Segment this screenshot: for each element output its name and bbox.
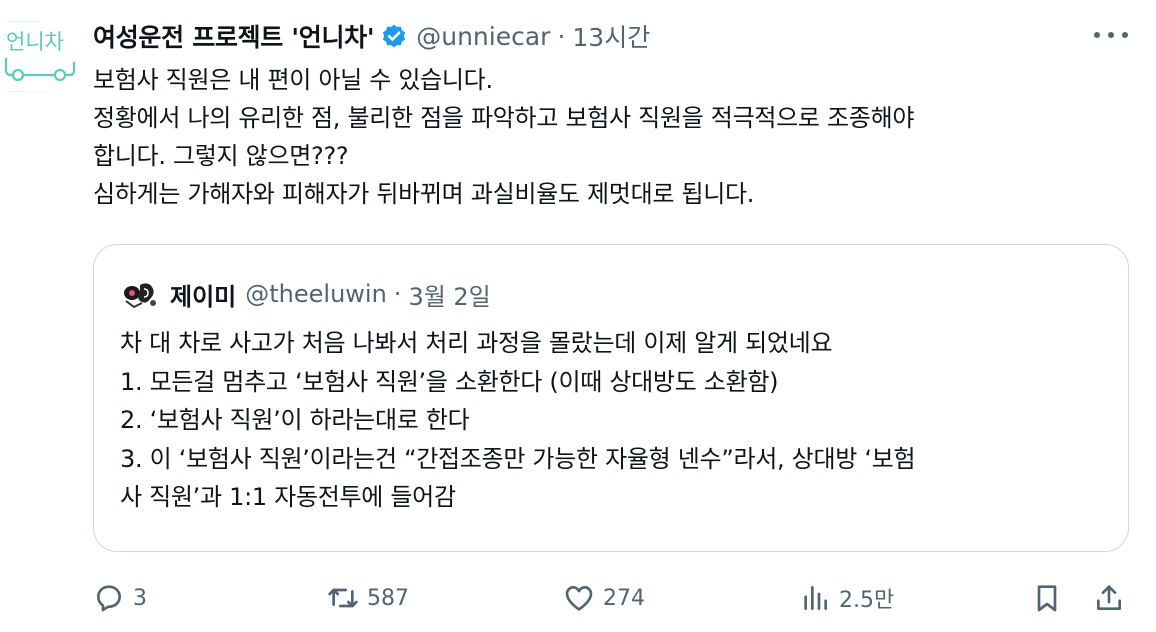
reply-icon — [97, 585, 121, 612]
bookmark-button[interactable] — [1031, 576, 1063, 620]
like-button[interactable]: 274 — [563, 576, 645, 620]
tweet-header: 여성운전 프로젝트 '언니차' @unniecar · 13시간 — [93, 16, 650, 56]
quoted-tweet-text: 차 대 차로 사고가 처음 나봐서 처리 과정을 몰랐는데 이제 알게 되었네요… — [120, 324, 1110, 517]
tweet: ·········· ········ 언니차 ··········· ··· … — [0, 0, 1156, 632]
reply-count: 3 — [133, 585, 147, 611]
author-avatar[interactable]: ·········· ········ 언니차 ··········· ··· … — [0, 0, 82, 100]
like-count: 274 — [603, 585, 645, 611]
views-button[interactable]: 2.5만 — [799, 576, 894, 620]
quoted-tweet-timestamp[interactable]: 3월 2일 — [408, 277, 490, 312]
tweet-timestamp[interactable]: 13시간 — [572, 18, 650, 54]
separator-dot: · — [557, 21, 566, 51]
tweet-action-bar: 3 587 274 2.5만 — [93, 576, 1133, 620]
retweet-count: 587 — [367, 585, 409, 611]
svg-text:·········· ········: ·········· ········ — [8, 19, 39, 25]
quoted-tweet-card[interactable]: 제이미 @theeluwin · 3월 2일 차 대 차로 사고가 처음 나봐서… — [93, 244, 1129, 552]
verified-badge-icon — [380, 22, 408, 50]
retweet-icon — [328, 588, 358, 608]
heart-icon — [565, 586, 593, 611]
author-handle[interactable]: @unniecar — [416, 22, 550, 51]
more-dots-icon[interactable] — [1094, 22, 1128, 48]
quoted-author-handle[interactable]: @theeluwin — [245, 280, 387, 308]
quoted-text-line: 3. 이 ‘보험사 직원’이라는건 “간접조종만 가능한 자율형 넨수”라서, … — [120, 444, 916, 473]
quoted-text-line: 사 직원’과 1:1 자동전투에 들어감 — [120, 483, 456, 511]
quoted-text-line: 차 대 차로 사고가 처음 나봐서 처리 과정을 몰랐는데 이제 알게 되었네요 — [120, 329, 833, 357]
separator-dot: · — [393, 280, 402, 308]
views-count: 2.5만 — [839, 588, 895, 613]
share-icon — [1097, 585, 1121, 610]
share-button[interactable] — [1093, 576, 1125, 620]
quoted-text-line: 1. 모든걸 멈추고 ‘보험사 직원’을 소환한다 (이때 상대방도 소환함) — [120, 367, 779, 396]
reply-button[interactable]: 3 — [93, 576, 147, 620]
bookmark-icon — [1037, 585, 1057, 612]
quoted-text-line: 2. ‘보험사 직원’이 하라는대로 한다 — [120, 406, 470, 434]
quoted-author-avatar[interactable] — [120, 277, 160, 311]
tweet-text-line: 합니다. 그렇지 않으면??? — [93, 142, 349, 170]
svg-text:··········· ··· ··· ·········: ··········· ··· ··· ········· — [8, 89, 45, 94]
quoted-author-display-name[interactable]: 제이미 — [170, 277, 236, 312]
quoted-tweet-header: 제이미 @theeluwin · 3월 2일 — [120, 277, 491, 311]
tweet-text: 보험사 직원은 내 편이 아닐 수 있습니다. 정황에서 나의 유리한 점, 불… — [93, 61, 1133, 213]
tweet-text-line: 정황에서 나의 유리한 점, 불리한 점을 파악하고 보험사 직원을 적극적으로… — [93, 104, 915, 132]
retweet-button[interactable]: 587 — [327, 576, 409, 620]
tweet-text-line: 심하게는 가해자와 피해자가 뒤바뀌며 과실비율도 제멋대로 됩니다. — [93, 180, 755, 208]
views-icon — [804, 586, 827, 610]
author-display-name[interactable]: 여성운전 프로젝트 '언니차' — [93, 18, 375, 54]
avatar-logo-text: 언니차 — [6, 30, 64, 54]
tweet-text-line: 보험사 직원은 내 편이 아닐 수 있습니다. — [93, 66, 493, 94]
